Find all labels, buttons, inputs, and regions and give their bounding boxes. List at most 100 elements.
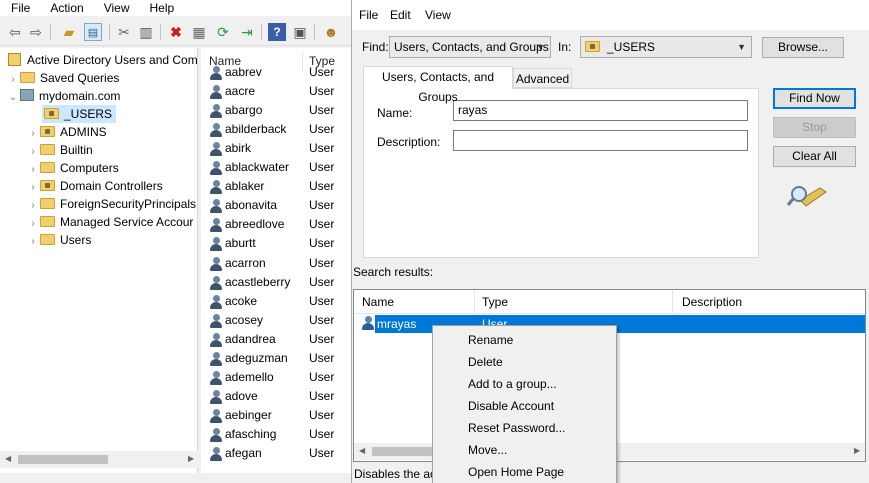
name-input[interactable]: rayas xyxy=(453,100,748,121)
user-name: adeguzman xyxy=(225,350,288,365)
menu-view[interactable]: View xyxy=(93,0,139,16)
tree-item-foreign-security-principals[interactable]: › ForeignSecurityPrincipals xyxy=(26,195,196,213)
list-item[interactable]: abonavita User xyxy=(201,196,352,215)
cut-icon[interactable]: ✂ xyxy=(115,23,133,41)
export-list-icon[interactable]: ⇥ xyxy=(238,23,256,41)
user-name: abargo xyxy=(225,103,263,118)
name-label: Name: xyxy=(377,106,413,120)
tree-item-computers[interactable]: › Computers xyxy=(26,159,118,177)
tree-item-root[interactable]: Active Directory Users and Com xyxy=(8,51,197,69)
list-item[interactable]: ablackwater User xyxy=(201,158,352,177)
tree-item-users[interactable]: › Users xyxy=(26,231,91,249)
menu-action[interactable]: Action xyxy=(39,0,92,16)
list-item[interactable]: aburtt User xyxy=(201,234,352,253)
tab-advanced[interactable]: Advanced xyxy=(513,68,572,88)
find-menu-view[interactable]: View xyxy=(425,8,451,22)
list-item[interactable]: abilderback User xyxy=(201,120,352,139)
chevron-down-icon: ▼ xyxy=(737,42,746,52)
user-type: User xyxy=(309,255,335,270)
list-item[interactable]: afegan User xyxy=(201,444,352,463)
column-divider[interactable] xyxy=(672,290,673,314)
in-label: In: xyxy=(558,40,572,54)
find-type-dropdown[interactable]: Users, Contacts, and Groups ▼ xyxy=(389,36,551,58)
aduc-menubar: File Action View Help xyxy=(0,0,352,16)
scrollbar-thumb[interactable] xyxy=(372,447,432,456)
delete-icon[interactable]: ✖ xyxy=(167,23,185,41)
list-item[interactable]: ablaker User xyxy=(201,177,352,196)
list-item[interactable]: acastleberry User xyxy=(201,273,352,292)
tree-item-saved-queries[interactable]: › Saved Queries xyxy=(6,69,119,87)
results-column-description[interactable]: Description xyxy=(682,295,742,309)
description-input[interactable] xyxy=(453,130,748,151)
chevron-down-icon[interactable]: ⌄ xyxy=(6,89,20,107)
screen: File Action View Help ⇦ ⇨ ▰ ▤ ✂ ▥ ✖ ▦ ⟳ … xyxy=(0,0,869,483)
menu-help[interactable]: Help xyxy=(139,0,184,16)
menu-item-open-home-page[interactable]: Open Home Page xyxy=(433,461,616,483)
menu-item-delete[interactable]: Delete xyxy=(433,351,616,373)
list-item[interactable]: adeguzman User xyxy=(201,349,352,368)
list-item[interactable]: abreedlove User xyxy=(201,215,352,234)
results-column-type[interactable]: Type xyxy=(482,295,508,309)
tree-item-managed-service-accounts[interactable]: › Managed Service Accour xyxy=(26,213,193,231)
results-column-name[interactable]: Name xyxy=(362,295,394,309)
tree-horizontal-scrollbar[interactable]: ◀ ▶ xyxy=(0,451,198,468)
user-type: User xyxy=(309,198,335,213)
user-name: adove xyxy=(225,388,258,403)
back-arrow-icon[interactable]: ⇦ xyxy=(6,23,24,41)
scrollbar-thumb[interactable] xyxy=(18,455,108,464)
show-hide-tree-icon[interactable]: ▤ xyxy=(84,23,102,41)
context-menu: Rename Delete Add to a group... Disable … xyxy=(432,325,617,483)
user-name: aacre xyxy=(225,84,256,99)
menu-item-move[interactable]: Move... xyxy=(433,439,616,461)
menu-file[interactable]: File xyxy=(0,0,39,16)
list-item[interactable]: acarron User xyxy=(201,254,352,273)
stop-button[interactable]: Stop xyxy=(773,117,856,138)
tab-users-contacts-groups[interactable]: Users, Contacts, and Groups xyxy=(363,66,513,104)
browse-button[interactable]: Browse... xyxy=(762,37,844,58)
user-icon xyxy=(210,161,222,176)
properties-icon[interactable]: ▦ xyxy=(190,23,208,41)
user-icon xyxy=(210,218,222,233)
up-folder-icon[interactable]: ▰ xyxy=(60,23,78,41)
list-item[interactable]: aacre User xyxy=(201,82,352,101)
menu-item-disable-account[interactable]: Disable Account xyxy=(433,395,616,417)
list-item[interactable]: aebinger User xyxy=(201,406,352,425)
tree-item-domain-controllers[interactable]: › Domain Controllers xyxy=(26,177,162,195)
user-name: acoke xyxy=(225,293,258,308)
forward-arrow-icon[interactable]: ⇨ xyxy=(27,23,45,41)
scroll-right-arrow-icon[interactable]: ▶ xyxy=(188,454,194,463)
menu-item-reset-password[interactable]: Reset Password... xyxy=(433,417,616,439)
list-item[interactable]: acosey User xyxy=(201,311,352,330)
console-tree-icon[interactable]: ▣ xyxy=(291,23,309,41)
list-item[interactable]: acoke User xyxy=(201,292,352,311)
scroll-left-arrow-icon[interactable]: ◀ xyxy=(359,446,365,455)
list-item[interactable]: adandrea User xyxy=(201,330,352,349)
tree-item-domain[interactable]: ⌄ mydomain.com xyxy=(6,87,120,105)
new-user-icon[interactable]: ☻ xyxy=(322,23,340,41)
user-name: aebinger xyxy=(225,407,272,422)
clipboard-icon[interactable]: ▥ xyxy=(137,23,155,41)
list-item[interactable]: abirk User xyxy=(201,139,352,158)
list-item[interactable]: abargo User xyxy=(201,101,352,120)
find-menu-file[interactable]: File xyxy=(359,8,378,22)
list-item[interactable]: adove User xyxy=(201,387,352,406)
refresh-icon[interactable]: ⟳ xyxy=(214,23,232,41)
menu-item-add-to-group[interactable]: Add to a group... xyxy=(433,373,616,395)
tree-item-users-ou[interactable]: _USERS xyxy=(42,105,117,123)
in-location-dropdown[interactable]: _USERS ▼ xyxy=(580,36,752,58)
find-menu-edit[interactable]: Edit xyxy=(390,8,411,22)
user-type: User xyxy=(309,179,335,194)
scroll-left-arrow-icon[interactable]: ◀ xyxy=(5,454,11,463)
clear-all-button[interactable]: Clear All xyxy=(773,146,856,167)
chevron-right-icon[interactable]: › xyxy=(26,233,40,251)
list-item[interactable]: afasching User xyxy=(201,425,352,444)
list-item[interactable]: ademello User xyxy=(201,368,352,387)
scroll-right-arrow-icon[interactable]: ▶ xyxy=(854,446,860,455)
tree-item-admins[interactable]: › ADMINS xyxy=(26,123,106,141)
column-divider[interactable] xyxy=(474,290,475,314)
menu-item-rename[interactable]: Rename xyxy=(433,329,616,351)
list-item[interactable]: aabrev User xyxy=(201,63,352,82)
help-icon[interactable]: ? xyxy=(268,23,286,41)
find-now-button[interactable]: Find Now xyxy=(773,88,856,109)
tree-item-builtin[interactable]: › Builtin xyxy=(26,141,92,159)
